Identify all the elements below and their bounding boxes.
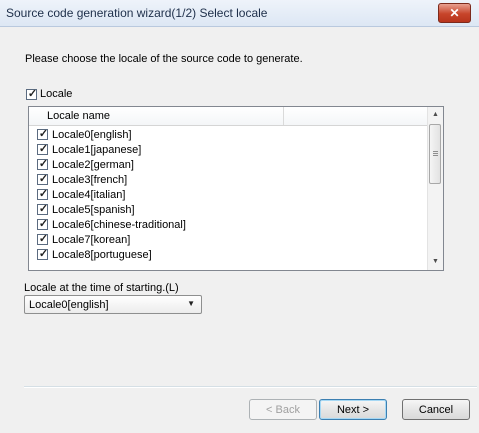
item-checkbox[interactable]: ✓ [37,233,49,245]
checkmark-icon: ✓ [38,128,49,140]
checkmark-icon: ✓ [38,173,49,185]
list-item-label: Locale5[spanish] [52,203,135,216]
list-item-label: Locale3[french] [52,173,128,186]
list-item[interactable]: ✓ Locale2[german] [29,157,429,172]
item-checkbox[interactable]: ✓ [37,158,49,170]
startup-locale-label: Locale at the time of starting.(L) [24,282,179,294]
checkmark-icon: ✓ [38,233,49,245]
checkmark-icon: ✓ [38,248,49,260]
startup-locale-select[interactable]: Locale0[english] ▼ [24,295,202,314]
list-item[interactable]: ✓ Locale6[chinese-traditional] [29,217,429,232]
vertical-scrollbar[interactable]: ▲ ▼ [427,107,443,270]
list-item[interactable]: ✓ Locale3[french] [29,172,429,187]
list-item-label: Locale7[korean] [52,233,131,246]
list-item-label: Locale2[german] [52,158,134,171]
locale-list[interactable]: Locale name ✓ Locale0[english] ✓ Locale1[ja… [28,106,444,271]
grip-icon [433,151,438,152]
list-item-label: Locale0[english] [52,128,132,141]
item-checkbox[interactable]: ✓ [37,203,49,215]
list-item[interactable]: ✓ Locale5[spanish] [29,202,429,217]
next-button[interactable]: Next > [319,399,387,420]
locale-checkbox[interactable]: ✓ [26,87,38,100]
item-checkbox[interactable]: ✓ [37,188,49,200]
item-checkbox[interactable]: ✓ [37,218,49,230]
scroll-up-icon[interactable]: ▲ [428,107,443,123]
item-checkbox[interactable]: ✓ [37,173,49,185]
scroll-down-icon[interactable]: ▼ [428,254,443,270]
list-item[interactable]: ✓ Locale8[portuguese] [29,247,429,262]
close-button[interactable]: ✕ [438,3,471,23]
list-header: Locale name [29,107,429,126]
locale-checkbox-row[interactable]: ✓ Locale [26,88,72,100]
list-item-label: Locale1[japanese] [52,143,142,156]
instruction-text: Please choose the locale of the source c… [25,53,303,65]
list-item[interactable]: ✓ Locale4[italian] [29,187,429,202]
list-item[interactable]: ✓ Locale7[korean] [29,232,429,247]
cancel-button[interactable]: Cancel [402,399,470,420]
list-item[interactable]: ✓ Locale0[english] [29,127,429,142]
startup-locale-value: Locale0[english] [29,299,109,311]
separator [24,386,477,388]
dialog-body: Please choose the locale of the source c… [0,27,479,433]
list-item[interactable]: ✓ Locale1[japanese] [29,142,429,157]
locale-checkbox-label: Locale [40,88,73,100]
close-icon: ✕ [449,6,460,20]
chevron-down-icon: ▼ [187,299,195,308]
checkmark-icon: ✓ [38,143,49,155]
item-checkbox[interactable]: ✓ [37,143,49,155]
checkmark-icon: ✓ [38,158,49,170]
title-bar: Source code generation wizard(1/2) Selec… [0,0,479,27]
checkmark-icon: ✓ [38,188,49,200]
item-checkbox[interactable]: ✓ [37,128,49,140]
list-item-label: Locale6[chinese-traditional] [52,218,186,231]
list-item-label: Locale4[italian] [52,188,126,201]
checkmark-icon: ✓ [38,203,49,215]
column-header-locale-name[interactable]: Locale name [29,107,284,125]
item-checkbox[interactable]: ✓ [37,248,49,260]
list-item-label: Locale8[portuguese] [52,248,152,261]
back-button[interactable]: < Back [249,399,317,420]
checkmark-icon: ✓ [38,218,49,230]
locale-list-items: ✓ Locale0[english] ✓ Locale1[japanese] ✓ Loca… [29,127,429,262]
scroll-thumb[interactable] [429,124,441,184]
window-title: Source code generation wizard(1/2) Selec… [6,6,268,20]
checkmark-icon: ✓ [27,87,38,100]
